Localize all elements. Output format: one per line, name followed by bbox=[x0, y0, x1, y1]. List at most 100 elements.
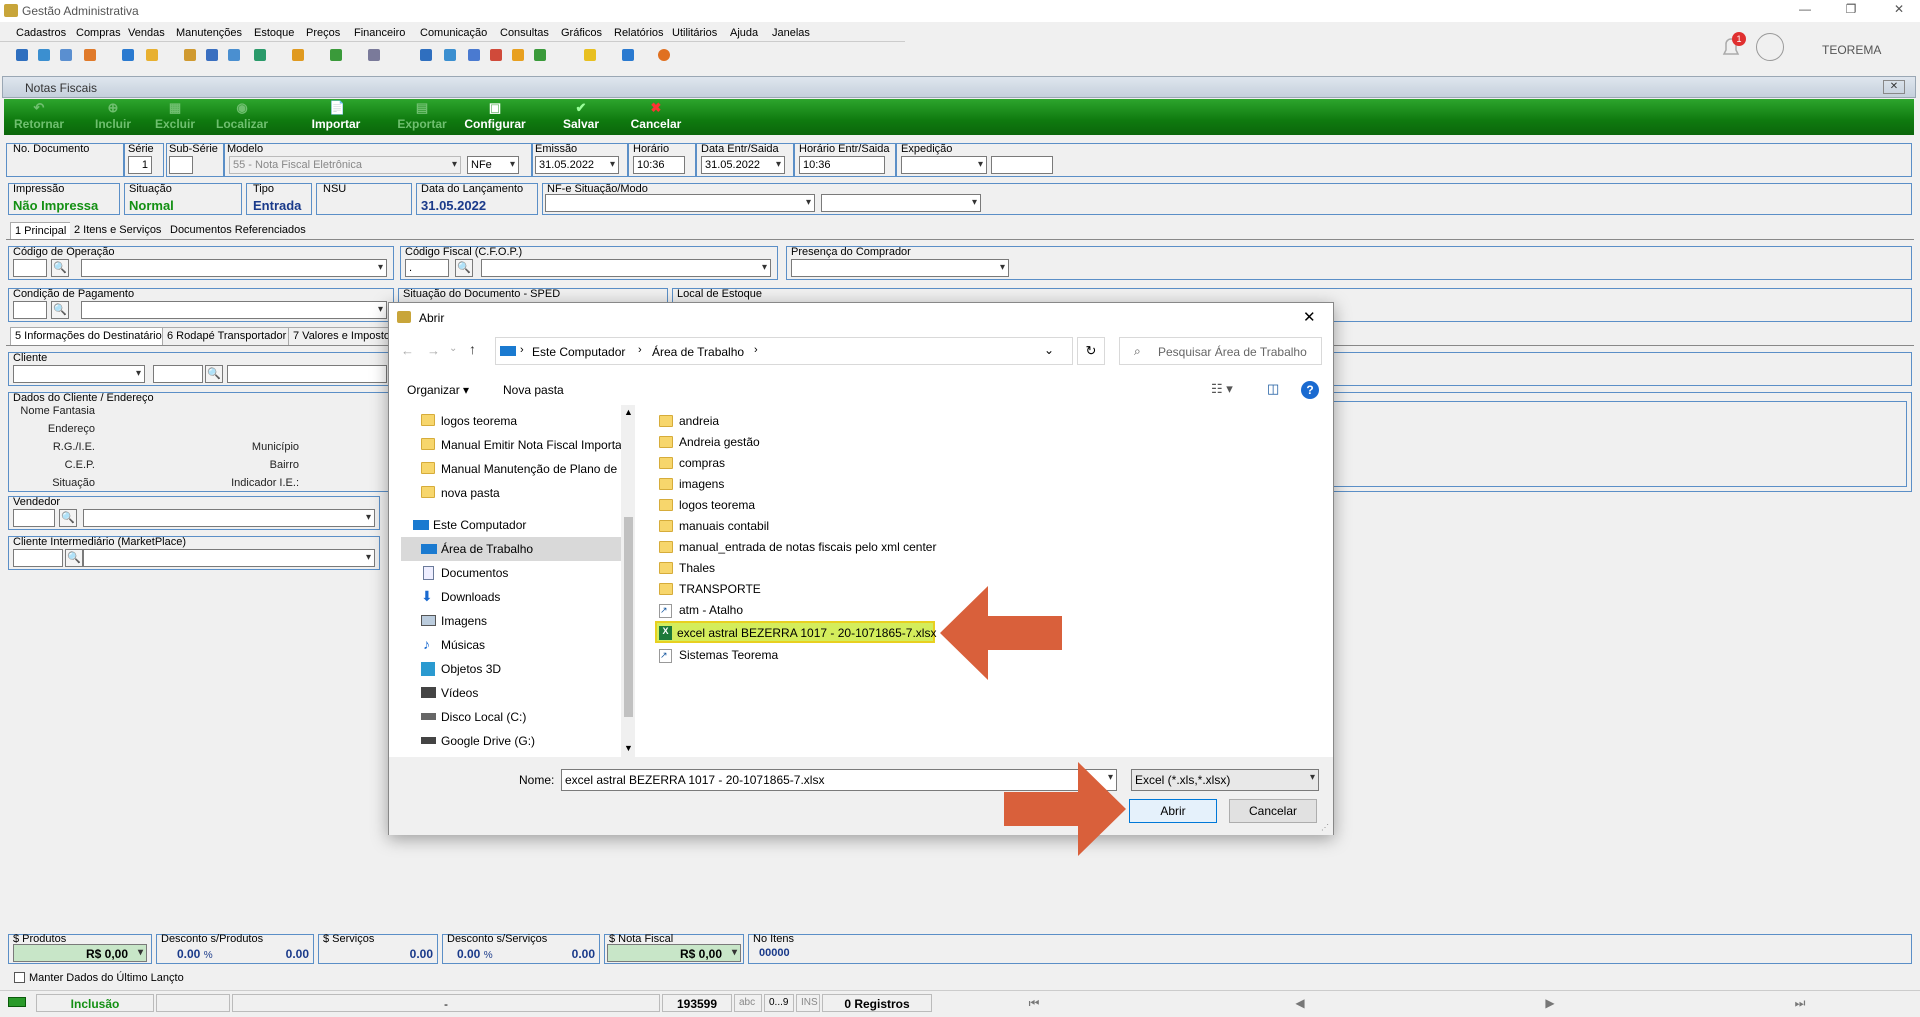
nav-prev-button[interactable]: ◀ bbox=[1200, 994, 1400, 1012]
intermediario-select[interactable] bbox=[83, 549, 375, 567]
toolbar-icon[interactable] bbox=[38, 49, 50, 61]
nav-scrollbar[interactable]: ▲ ▼ bbox=[621, 405, 635, 757]
menu-janelas[interactable]: Janelas bbox=[772, 27, 810, 39]
close-button[interactable]: ✕ bbox=[1884, 2, 1914, 20]
nav-este-computador[interactable]: Este Computador bbox=[401, 513, 621, 537]
preview-pane-icon[interactable]: ◫ bbox=[1267, 381, 1279, 397]
cod-operacao-select[interactable] bbox=[81, 259, 387, 277]
vendedor-search-icon[interactable]: 🔍 bbox=[59, 509, 77, 527]
filetype-select[interactable]: Excel (*.xls,*.xlsx) bbox=[1131, 769, 1319, 791]
maximize-button[interactable]: ❐ bbox=[1836, 2, 1866, 20]
address-bar[interactable]: › Este Computador › Área de Trabalho › ⌄ bbox=[495, 337, 1073, 365]
nav-google-drive[interactable]: Google Drive (G:) bbox=[401, 729, 621, 753]
file-item[interactable]: ↗ Sistemas Teorema bbox=[657, 645, 778, 666]
user-avatar-icon[interactable] bbox=[1756, 33, 1784, 61]
toolbar-icon[interactable] bbox=[84, 49, 96, 61]
toolbar-icon[interactable] bbox=[184, 49, 196, 61]
notification-bell-icon[interactable]: 1 bbox=[1720, 32, 1746, 60]
menu-financeiro[interactable]: Financeiro bbox=[354, 27, 405, 39]
menu-ajuda[interactable]: Ajuda bbox=[730, 27, 758, 39]
address-dropdown-icon[interactable]: ⌄ bbox=[1044, 343, 1054, 357]
back-arrow-icon[interactable]: ← bbox=[401, 343, 414, 358]
toolbar-icon[interactable] bbox=[228, 49, 240, 61]
organizar-button[interactable]: Organizar ▾ bbox=[407, 383, 469, 397]
presenca-select[interactable] bbox=[791, 259, 1009, 277]
toolbar-icon[interactable] bbox=[512, 49, 524, 61]
produtos-total-value[interactable]: R$ 0,00 bbox=[13, 944, 147, 962]
menu-comunicacao[interactable]: Comunicação bbox=[420, 27, 487, 39]
nav-objetos-3d[interactable]: Objetos 3D bbox=[401, 657, 621, 681]
expedicao-time[interactable] bbox=[991, 156, 1053, 174]
breadcrumb-este-computador[interactable]: Este Computador bbox=[532, 345, 625, 359]
toolbar-icon[interactable] bbox=[622, 49, 634, 61]
localizar-button[interactable]: ◉ Localizar bbox=[212, 101, 272, 132]
menu-cadastros[interactable]: Cadastros bbox=[16, 27, 66, 39]
nav-downloads[interactable]: ⬇ Downloads bbox=[401, 585, 621, 609]
toolbar-icon[interactable] bbox=[122, 49, 134, 61]
nav-documentos[interactable]: Documentos bbox=[401, 561, 621, 585]
nav-videos[interactable]: Vídeos bbox=[401, 681, 621, 705]
cfop-input[interactable]: . bbox=[405, 259, 449, 277]
nfe-situacao-select[interactable] bbox=[545, 194, 815, 212]
breadcrumb-area-de-trabalho[interactable]: Área de Trabalho bbox=[652, 345, 744, 359]
calculator-icon[interactable] bbox=[444, 49, 456, 61]
file-item[interactable]: andreia bbox=[657, 411, 719, 432]
window-close-button[interactable]: ✕ bbox=[1883, 80, 1905, 94]
file-item[interactable]: manuais contabil bbox=[657, 516, 769, 537]
toolbar-icon[interactable] bbox=[330, 49, 342, 61]
horario-entr-input[interactable]: 10:36 bbox=[799, 156, 885, 174]
excluir-button[interactable]: ▦ Excluir bbox=[150, 101, 200, 132]
menu-estoque[interactable]: Estoque bbox=[254, 27, 294, 39]
intermediario-input[interactable] bbox=[13, 549, 63, 567]
incluir-button[interactable]: ⊕ Incluir bbox=[88, 101, 138, 132]
nav-musicas[interactable]: ♪ Músicas bbox=[401, 633, 621, 657]
importar-button[interactable]: 📄 Importar bbox=[306, 101, 366, 132]
cond-pag-select[interactable] bbox=[81, 301, 387, 319]
resize-grip[interactable]: ⋰ bbox=[1321, 823, 1329, 832]
vendedor-select[interactable] bbox=[83, 509, 375, 527]
tab-itens-servicos[interactable]: 2 Itens e Serviços bbox=[70, 222, 166, 240]
cfop-search-icon[interactable]: 🔍 bbox=[455, 259, 473, 277]
view-options-icon[interactable]: ☷ ▾ bbox=[1211, 381, 1233, 397]
horario-input[interactable]: 10:36 bbox=[633, 156, 685, 174]
up-arrow-icon[interactable]: ↑ bbox=[469, 341, 476, 357]
emissao-input[interactable]: 31.05.2022 bbox=[535, 156, 619, 174]
menu-consultas[interactable]: Consultas bbox=[500, 27, 549, 39]
modelo-select[interactable]: 55 - Nota Fiscal Eletrônica bbox=[229, 156, 461, 174]
file-item-selected[interactable]: Xexcel astral BEZERRA 1017 - 20-1071865-… bbox=[655, 621, 936, 643]
menu-utilitarios[interactable]: Utilitários bbox=[672, 27, 717, 39]
file-item[interactable]: manual_entrada de notas fiscais pelo xml… bbox=[657, 537, 936, 558]
dialog-close-button[interactable]: ✕ bbox=[1303, 308, 1316, 326]
search-input[interactable]: ⌕ Pesquisar Área de Trabalho bbox=[1119, 337, 1322, 365]
tab-documentos-referenciados[interactable]: Documentos Referenciados bbox=[166, 222, 310, 240]
nav-area-de-trabalho[interactable]: Área de Trabalho bbox=[401, 537, 621, 561]
toolbar-icon[interactable] bbox=[60, 49, 72, 61]
file-item[interactable]: imagens bbox=[657, 474, 724, 495]
vendedor-input[interactable] bbox=[13, 509, 55, 527]
sub-serie-input[interactable] bbox=[169, 156, 193, 174]
cod-operacao-input[interactable] bbox=[13, 259, 47, 277]
nav-manual-emitir[interactable]: Manual Emitir Nota Fiscal Importa bbox=[401, 433, 621, 457]
menu-precos[interactable]: Preços bbox=[306, 27, 340, 39]
configurar-button[interactable]: ▣ Configurar bbox=[460, 101, 530, 132]
toolbar-icon[interactable] bbox=[146, 49, 158, 61]
menu-compras[interactable]: Compras bbox=[76, 27, 121, 39]
cfop-select[interactable] bbox=[481, 259, 771, 277]
cancelar-button[interactable]: ✖ Cancelar bbox=[626, 101, 686, 132]
tab-destinatario[interactable]: 5 Informações do Destinatário bbox=[10, 327, 167, 345]
toolbar-icon[interactable] bbox=[490, 49, 502, 61]
toolbar-icon[interactable] bbox=[534, 49, 546, 61]
cancelar-dialog-button[interactable]: Cancelar bbox=[1229, 799, 1317, 823]
toolbar-icon[interactable] bbox=[16, 49, 28, 61]
file-item[interactable]: compras bbox=[657, 453, 725, 474]
nova-pasta-button[interactable]: Nova pasta bbox=[503, 383, 564, 397]
toolbar-icon[interactable] bbox=[368, 49, 380, 61]
recent-chevron-icon[interactable]: ⌄ bbox=[449, 343, 457, 354]
star-icon[interactable] bbox=[584, 49, 596, 61]
file-item[interactable]: TRANSPORTE bbox=[657, 579, 761, 600]
menu-graficos[interactable]: Gráficos bbox=[561, 27, 602, 39]
toolbar-icon[interactable] bbox=[292, 49, 304, 61]
refresh-icon[interactable]: ↻ bbox=[1077, 337, 1105, 365]
toolbar-icon[interactable] bbox=[206, 49, 218, 61]
menu-relatorios[interactable]: Relatórios bbox=[614, 27, 664, 39]
